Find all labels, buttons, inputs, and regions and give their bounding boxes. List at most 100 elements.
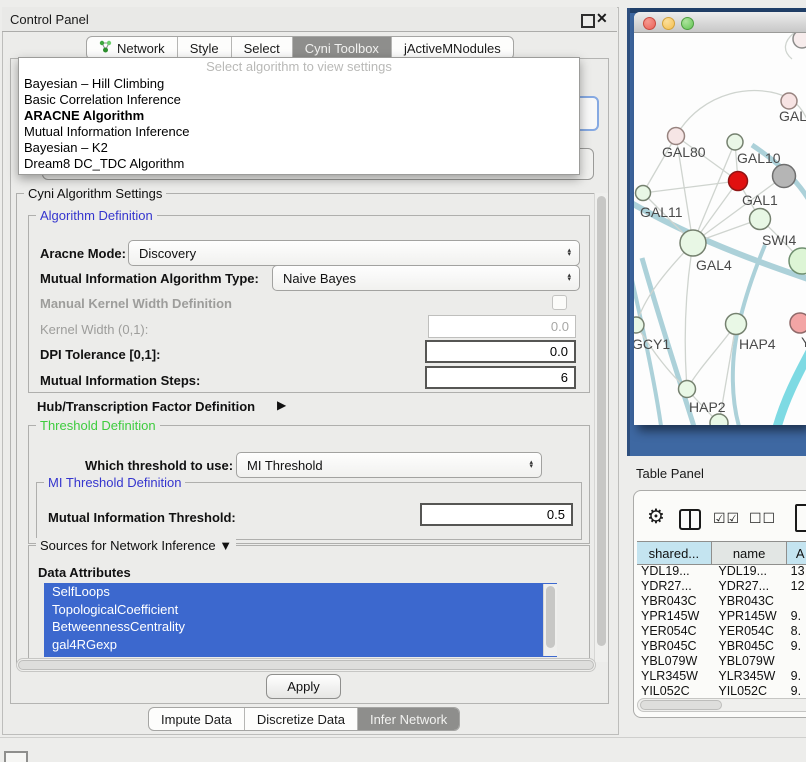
network-node[interactable] [750, 209, 771, 230]
table-cell: 9. [787, 609, 806, 624]
kernel-width-label: Kernel Width (0,1): [40, 322, 148, 337]
tab-select[interactable]: Select [231, 37, 292, 59]
which-threshold-combo[interactable]: MI Threshold ▴ ▾ [236, 452, 542, 478]
unchecked-pair-icon[interactable]: ☐☐ [749, 510, 776, 527]
mi-steps-field[interactable]: 6 [425, 366, 576, 389]
tab-network[interactable]: Network [87, 37, 177, 59]
document-icon[interactable] [795, 504, 806, 532]
column-header-name[interactable]: name [712, 542, 788, 564]
node-label-gcy1: GCY1 [634, 336, 670, 352]
aracne-mode-combo[interactable]: Discovery ▴ ▾ [128, 240, 580, 266]
network-node[interactable] [793, 33, 806, 48]
column-header-shared[interactable]: shared... [637, 542, 712, 564]
tab-style[interactable]: Style [177, 37, 231, 59]
tab-label: Impute Data [161, 712, 232, 727]
close-icon[interactable]: ✕ [596, 10, 608, 27]
kernel-width-field[interactable]: 0.0 [428, 315, 576, 338]
attributes-list-scrollbar[interactable] [543, 584, 557, 656]
table-cell: 13 [787, 564, 806, 579]
table-panel-window: ⚙ ☑☑ ☐☐ shared...nameA YDL19...YDL19...1… [633, 490, 806, 718]
network-node[interactable] [790, 313, 806, 333]
table-row[interactable]: YPR145WYPR145W9. [637, 609, 806, 624]
combo-spinner-icon: ▴ ▾ [567, 249, 571, 257]
checked-pair-icon[interactable]: ☑☑ [713, 510, 740, 527]
network-graph-view[interactable]: GALGAL80GAL10GAL1GAL11GAL4SWI4GCY1HAP4YH… [634, 33, 806, 425]
node-label-gal4: GAL4 [696, 257, 732, 273]
network-canvas-left-edge [627, 8, 630, 456]
threshold-definition-title: Threshold Definition [36, 418, 160, 433]
table-row[interactable]: YBR043CYBR043C [637, 594, 806, 609]
tab-infer-network[interactable]: Infer Network [357, 708, 459, 730]
dpi-tolerance-field[interactable]: 0.0 [425, 340, 576, 363]
column-header-a[interactable]: A [787, 542, 806, 564]
collapse-down-icon[interactable]: ▼ [219, 538, 232, 553]
attribute-item-topologicalcoefficient[interactable]: TopologicalCoefficient [44, 601, 557, 619]
algorithm-option-bayesian-hill-climbing[interactable]: Bayesian – Hill Climbing [19, 76, 579, 92]
network-node[interactable] [789, 248, 806, 274]
network-node[interactable] [726, 314, 747, 335]
network-node[interactable] [727, 134, 743, 150]
network-node[interactable] [773, 165, 796, 188]
attribute-item-gal4rgexp[interactable]: gal4RGexp [44, 636, 557, 654]
algorithm-option-aracne-algorithm[interactable]: ARACNE Algorithm [19, 108, 579, 124]
manual-kernel-checkbox[interactable] [552, 295, 567, 310]
algorithm-option-bayesian-k2[interactable]: Bayesian – K2 [19, 140, 579, 156]
apply-button[interactable]: Apply [266, 674, 341, 699]
table-cell: YLR345W [637, 669, 708, 684]
attribute-item-selfloops[interactable]: SelfLoops [44, 583, 557, 601]
table-row[interactable]: YER054CYER054C8. [637, 624, 806, 639]
network-node[interactable] [668, 128, 685, 145]
table-row[interactable]: YBR045CYBR045C9. [637, 639, 806, 654]
minimized-panel-icon[interactable] [4, 751, 28, 762]
aracne-mode-value: Discovery [139, 246, 196, 261]
table-row[interactable]: YIL052CYIL052C9. [637, 684, 806, 698]
table-row[interactable]: YDR27...YDR27...12 [637, 579, 806, 594]
table-horizontal-scrollbar[interactable] [637, 698, 806, 712]
mac-minimize-icon[interactable] [662, 17, 675, 30]
network-window-titlebar[interactable] [634, 12, 806, 33]
sources-group-title: Sources for Network Inference ▼ [36, 538, 236, 553]
node-label-hap4: HAP4 [739, 336, 776, 352]
mac-zoom-icon[interactable] [681, 17, 694, 30]
attribute-item-betweennesscentrality[interactable]: BetweennessCentrality [44, 618, 557, 636]
network-node[interactable] [679, 381, 696, 398]
tab-impute-data[interactable]: Impute Data [149, 708, 244, 730]
mi-threshold-field[interactable]: 0.5 [420, 503, 573, 526]
expand-right-icon[interactable]: ▶ [277, 398, 286, 412]
algorithm-option-mutual-information-inference[interactable]: Mutual Information Inference [19, 124, 579, 140]
table-cell: YBR045C [637, 639, 708, 654]
table-cell: YER054C [637, 624, 708, 639]
gear-icon[interactable]: ⚙ [647, 507, 665, 527]
column-view-icon[interactable] [679, 509, 701, 530]
algorithm-option-basic-correlation-inference[interactable]: Basic Correlation Inference [19, 92, 579, 108]
network-edge [687, 324, 736, 389]
tab-jactivemnodules[interactable]: jActiveMNodules [391, 37, 513, 59]
settings-horizontal-scrollbar[interactable] [16, 658, 596, 672]
mi-type-combo[interactable]: Naive Bayes ▴ ▾ [272, 265, 580, 291]
table-cell: YBL079W [637, 654, 708, 669]
settings-vertical-scrollbar[interactable] [594, 193, 608, 662]
table-cell: 8. [787, 624, 806, 639]
table-row[interactable]: YDL19...YDL19...13 [637, 564, 806, 579]
table-panel-title: Table Panel [636, 466, 704, 481]
combo-spinner-icon: ▴ ▾ [567, 274, 571, 282]
table-cell: 9. [787, 669, 806, 684]
mac-close-icon[interactable] [643, 17, 656, 30]
tab-discretize-data[interactable]: Discretize Data [244, 708, 357, 730]
network-node[interactable] [634, 317, 644, 333]
mi-threshold-label: Mutual Information Threshold: [48, 510, 236, 525]
table-row[interactable]: YBL079WYBL079W [637, 654, 806, 669]
table-row[interactable]: YLR345WYLR345W9. [637, 669, 806, 684]
hub-definition-label[interactable]: Hub/Transcription Factor Definition [37, 399, 255, 414]
network-node[interactable] [781, 93, 797, 109]
network-node[interactable] [710, 414, 728, 425]
cyni-bottom-tab-bar: Impute Data Discretize DataInfer Network [148, 707, 460, 731]
algorithm-option-dream8-dc-tdc-algorithm[interactable]: Dream8 DC_TDC Algorithm [19, 156, 579, 172]
tab-cyni-toolbox[interactable]: Cyni Toolbox [292, 37, 391, 59]
network-node[interactable] [680, 230, 706, 256]
network-node[interactable] [636, 186, 651, 201]
tab-label: Style [190, 41, 219, 56]
control-panel-titlebar [2, 7, 617, 32]
float-panel-icon[interactable] [581, 14, 595, 28]
network-node[interactable] [729, 172, 748, 191]
